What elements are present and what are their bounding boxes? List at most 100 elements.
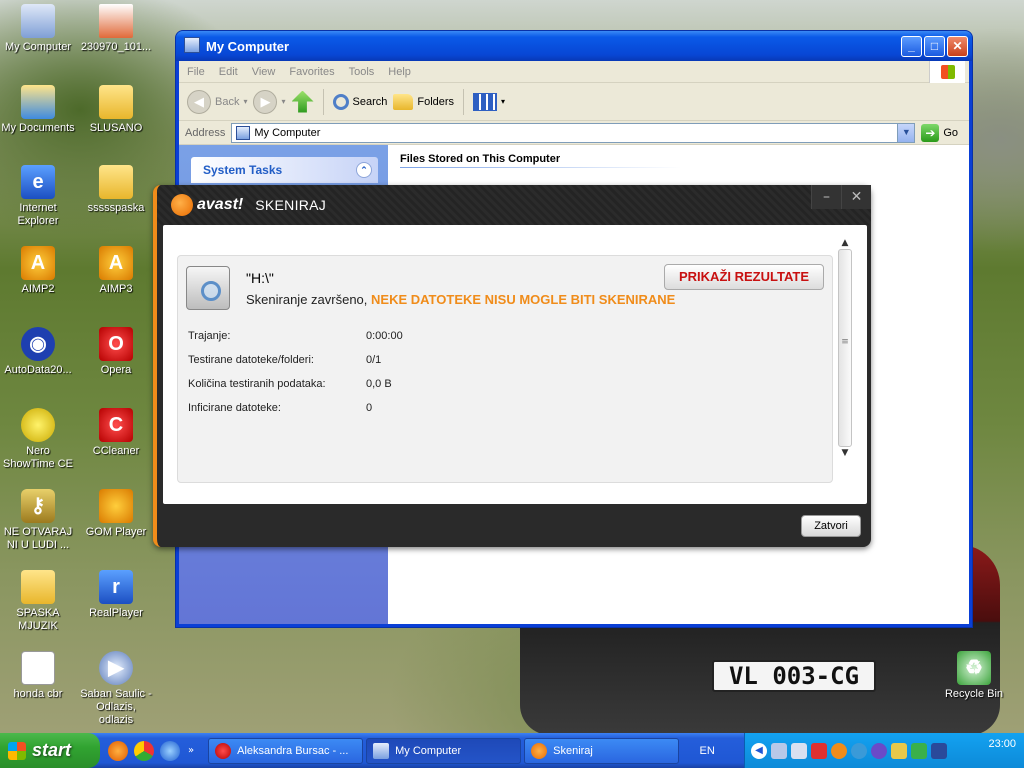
forward-dropdown-icon[interactable]: ▾ <box>281 97 285 106</box>
network-icon[interactable] <box>771 742 787 759</box>
menu-view[interactable]: View <box>252 66 276 78</box>
desktop-icon-ssssspaska[interactable]: ssssspaska <box>78 165 154 215</box>
desktop-icon-ccleaner[interactable]: C CCleaner <box>78 408 154 458</box>
security-shield-icon[interactable] <box>811 742 827 759</box>
windows-logo-icon <box>929 61 965 83</box>
desktop-icon-realplayer[interactable]: r RealPlayer <box>78 570 154 620</box>
minimize-button[interactable]: _ <box>901 36 922 57</box>
task-button[interactable]: Skeniraj <box>524 737 680 764</box>
close-button[interactable]: ✕ <box>947 36 968 57</box>
search-icon <box>332 93 349 110</box>
app-tray-icon[interactable] <box>891 742 907 759</box>
app-tray-icon[interactable] <box>871 742 887 759</box>
address-field[interactable]: My Computer ▼ <box>231 122 916 143</box>
desktop-icon-image-file[interactable]: 230970_101... <box>78 4 154 54</box>
maximize-button[interactable]: □ <box>924 36 945 57</box>
start-button[interactable]: start <box>0 733 100 768</box>
desktop-icon-my-computer[interactable]: My Computer <box>0 4 76 54</box>
close-dialog-button[interactable]: Zatvori <box>801 515 861 537</box>
desktop-icon-aimp3[interactable]: A AIMP3 <box>78 246 154 296</box>
desktop-icon-spaska-mjuzik[interactable]: SPASKA MJUZIK <box>0 570 76 633</box>
desktop-icon-my-documents[interactable]: My Documents <box>0 85 76 135</box>
opera-icon: O <box>99 327 133 361</box>
stat-label: Testirane datoteke/folderi: <box>188 354 314 366</box>
desktop-icon-label: My Computer <box>4 41 72 53</box>
files-stored-heading: Files Stored on This Computer <box>400 153 680 168</box>
scroll-thumb[interactable]: ≡ <box>838 249 852 447</box>
desktop-icon-autodata[interactable]: ◉ AutoData20... <box>0 327 76 377</box>
avast-icon <box>531 742 548 759</box>
clock[interactable]: 23:00 <box>988 738 1016 750</box>
scroll-down-icon[interactable]: ▼ <box>837 447 853 459</box>
ccleaner-tray-icon[interactable] <box>851 742 867 759</box>
desktop-icon-keys[interactable]: ⚷ NE OTVARAJ NI U LUDI ... <box>0 489 76 552</box>
ccleaner-icon: C <box>99 408 133 442</box>
task-label: Aleksandra Bursac - ... <box>237 744 349 757</box>
collapse-chevron-icon[interactable]: ⌃ <box>356 162 372 178</box>
network-icon[interactable] <box>791 742 807 759</box>
address-dropdown-icon[interactable]: ▼ <box>897 123 915 142</box>
task-button[interactable]: Aleksandra Bursac - ... <box>208 737 364 764</box>
aimp-icon: A <box>21 246 55 280</box>
language-indicator[interactable]: EN <box>693 745 721 757</box>
desktop-icon-label: ssssspaska <box>87 202 145 214</box>
menu-favorites[interactable]: Favorites <box>289 66 334 78</box>
desktop-icon-saban-saulic[interactable]: ▶ Saban Saulic - Odlazis, odlazis <box>78 651 154 727</box>
desktop-icon-label: 230970_101... <box>80 41 152 53</box>
menu-file[interactable]: File <box>187 66 205 78</box>
app-tray-icon[interactable] <box>911 742 927 759</box>
desktop-icon-label: AutoData20... <box>4 364 72 376</box>
desktop-icon-opera[interactable]: O Opera <box>78 327 154 377</box>
scroll-up-icon[interactable]: ▲ <box>837 237 853 249</box>
back-arrow-icon: ◀ <box>187 89 211 114</box>
back-button[interactable]: ◀ Back ▾ <box>187 89 247 114</box>
task-button[interactable]: My Computer <box>366 737 522 764</box>
menu-help[interactable]: Help <box>388 66 411 78</box>
app-tray-icon[interactable] <box>931 742 947 759</box>
internet-explorer-icon[interactable] <box>160 740 180 761</box>
quick-launch-more-icon[interactable]: » <box>188 745 194 756</box>
vertical-scrollbar[interactable]: ▲ ≡ ▼ <box>837 237 853 463</box>
desktop-icon-nero[interactable]: Nero ShowTime CE <box>0 408 76 471</box>
up-folder-button[interactable] <box>291 90 314 113</box>
go-button[interactable]: ➔ Go <box>921 123 958 142</box>
scan-status-prefix: Skeniranje završeno, <box>246 292 372 307</box>
scanned-drive: "H:\" <box>246 270 274 286</box>
views-button[interactable]: ▾ <box>473 92 505 111</box>
back-dropdown-icon[interactable]: ▾ <box>243 97 247 106</box>
avast-close-button[interactable]: ✕ <box>841 185 871 209</box>
desktop-icon-label: AIMP3 <box>99 283 133 295</box>
system-tasks-header[interactable]: System Tasks ⌃ <box>191 157 378 183</box>
windows-flag-icon <box>8 741 26 760</box>
menu-tools[interactable]: Tools <box>349 66 375 78</box>
forward-button[interactable]: ▶ ▾ <box>253 89 286 114</box>
scan-status-warning: NEKE DATOTEKE NISU MOGLE BITI SKENIRANE <box>371 292 676 307</box>
desktop-icon-aimp2[interactable]: A AIMP2 <box>0 246 76 296</box>
desktop-icon-gom-player[interactable]: GOM Player <box>78 489 154 539</box>
scan-status: Skeniranje završeno, NEKE DATOTEKE NISU … <box>246 292 675 307</box>
menu-edit[interactable]: Edit <box>219 66 238 78</box>
show-results-button[interactable]: PRIKAŽI REZULTATE <box>664 264 824 290</box>
desktop-icon-slusano[interactable]: SLUSANO <box>78 85 154 135</box>
window-title-bar[interactable]: My Computer _ □ ✕ <box>176 31 972 61</box>
desktop-icon-label: AIMP2 <box>21 283 55 295</box>
chrome-icon[interactable] <box>134 740 154 761</box>
firefox-icon[interactable] <box>108 740 128 761</box>
views-icon <box>473 92 498 111</box>
avast-title-bar[interactable]: avast! SKENIRAJ – ✕ <box>157 185 871 225</box>
desktop-icon-recycle-bin[interactable]: ♻ Recycle Bin <box>936 651 1012 701</box>
up-folder-icon <box>291 90 314 113</box>
desktop-icon-label: SLUSANO <box>89 122 143 134</box>
desktop-icon-honda-cbr[interactable]: W honda cbr <box>0 651 76 701</box>
tray-expand-icon[interactable]: ◀ <box>751 742 767 759</box>
folders-label: Folders <box>417 95 455 108</box>
stat-label: Inficirane datoteke: <box>188 402 281 414</box>
folders-button[interactable]: Folders <box>393 93 455 110</box>
task-label: My Computer <box>395 744 462 757</box>
avast-minimize-button[interactable]: – <box>811 185 841 209</box>
avast-ball-icon <box>171 194 193 216</box>
search-button[interactable]: Search <box>332 93 387 110</box>
computer-icon <box>236 125 251 140</box>
avast-tray-icon[interactable] <box>831 742 847 759</box>
desktop-icon-internet-explorer[interactable]: e Internet Explorer <box>0 165 76 228</box>
